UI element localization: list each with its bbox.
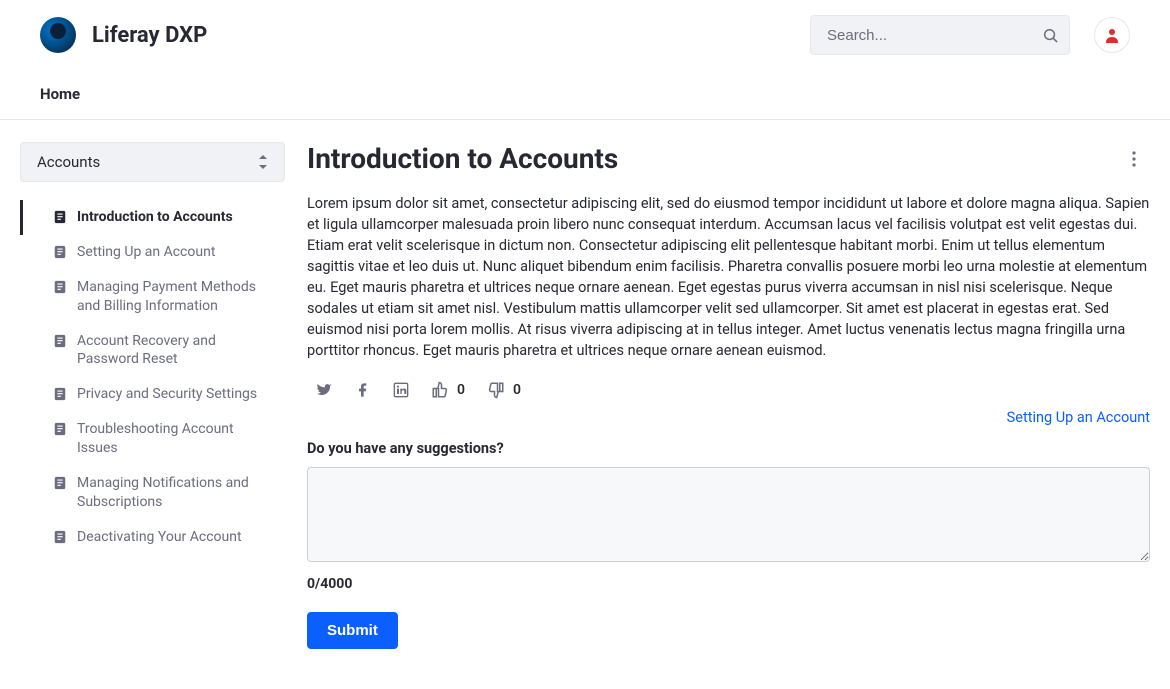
header-bar: Liferay DXP	[0, 0, 1170, 55]
kebab-icon	[1132, 151, 1136, 167]
category-select-label: Accounts	[37, 153, 100, 171]
sidebar-item-label: Privacy and Security Settings	[77, 385, 257, 404]
brand-logo-icon	[40, 17, 76, 53]
sidebar-item-label: Troubleshooting Account Issues	[77, 420, 271, 458]
document-icon	[53, 334, 67, 348]
next-article-row: Setting Up an Account	[307, 409, 1150, 426]
like-count: 0	[457, 382, 465, 398]
suggestion-textarea[interactable]	[307, 467, 1150, 562]
user-avatar-button[interactable]	[1094, 17, 1130, 53]
suggestion-prompt: Do you have any suggestions?	[307, 440, 1150, 457]
article-header: Introduction to Accounts	[307, 142, 1150, 175]
sidebar-item[interactable]: Managing Payment Methods and Billing Inf…	[20, 270, 285, 324]
user-icon	[1104, 27, 1120, 43]
document-icon	[53, 387, 67, 401]
main-content: Introduction to Accounts Lorem ipsum dol…	[307, 142, 1150, 649]
social-row: 0 0	[307, 375, 1150, 405]
header-right	[810, 15, 1130, 55]
primary-nav: Home	[0, 55, 1170, 120]
search-button[interactable]	[1034, 19, 1066, 51]
submit-button[interactable]: Submit	[307, 612, 398, 649]
article-actions-button[interactable]	[1118, 143, 1150, 175]
facebook-icon	[355, 382, 371, 398]
document-icon	[53, 476, 67, 490]
sidebar: Accounts Introduction to Accounts Setting…	[20, 142, 285, 555]
next-article-link[interactable]: Setting Up an Account	[1007, 409, 1150, 426]
sidebar-item[interactable]: Introduction to Accounts	[20, 200, 285, 235]
sidebar-item-label: Setting Up an Account	[77, 243, 215, 262]
sidebar-item[interactable]: Account Recovery and Password Reset	[20, 324, 285, 378]
search-input[interactable]	[810, 15, 1070, 55]
nav-home[interactable]: Home	[40, 85, 80, 103]
share-linkedin[interactable]	[393, 382, 409, 398]
document-icon	[53, 530, 67, 544]
caret-updown-icon	[258, 155, 268, 169]
sidebar-item-label: Deactivating Your Account	[77, 528, 242, 547]
site-title: Liferay DXP	[92, 23, 207, 48]
twitter-icon	[315, 381, 333, 399]
sidebar-list: Introduction to Accounts Setting Up an Ac…	[20, 200, 285, 555]
sidebar-item[interactable]: Setting Up an Account	[20, 235, 285, 270]
share-facebook[interactable]	[355, 382, 371, 398]
linkedin-icon	[393, 382, 409, 398]
dislike-button[interactable]: 0	[487, 381, 521, 399]
thumbs-up-icon	[431, 381, 449, 399]
sidebar-item-label: Managing Notifications and Subscriptions	[77, 474, 271, 512]
brand[interactable]: Liferay DXP	[40, 17, 207, 53]
share-twitter[interactable]	[315, 381, 333, 399]
sidebar-item-label: Managing Payment Methods and Billing Inf…	[77, 278, 271, 316]
page-content: Accounts Introduction to Accounts Setting…	[0, 120, 1170, 689]
document-icon	[53, 280, 67, 294]
like-button[interactable]: 0	[431, 381, 465, 399]
search-icon	[1043, 28, 1058, 43]
document-icon	[53, 422, 67, 436]
article-title: Introduction to Accounts	[307, 142, 618, 175]
sidebar-item[interactable]: Troubleshooting Account Issues	[20, 412, 285, 466]
sidebar-item[interactable]: Privacy and Security Settings	[20, 377, 285, 412]
search-box	[810, 15, 1070, 55]
sidebar-item-label: Introduction to Accounts	[77, 208, 233, 227]
sidebar-item[interactable]: Managing Notifications and Subscriptions	[20, 466, 285, 520]
char-counter: 0/4000	[307, 576, 1150, 592]
thumbs-down-icon	[487, 381, 505, 399]
dislike-count: 0	[513, 382, 521, 398]
sidebar-item-label: Account Recovery and Password Reset	[77, 332, 271, 370]
category-select[interactable]: Accounts	[20, 142, 285, 182]
document-icon	[53, 245, 67, 259]
document-icon	[53, 210, 67, 224]
article-body: Lorem ipsum dolor sit amet, consectetur …	[307, 193, 1150, 361]
sidebar-item[interactable]: Deactivating Your Account	[20, 520, 285, 555]
